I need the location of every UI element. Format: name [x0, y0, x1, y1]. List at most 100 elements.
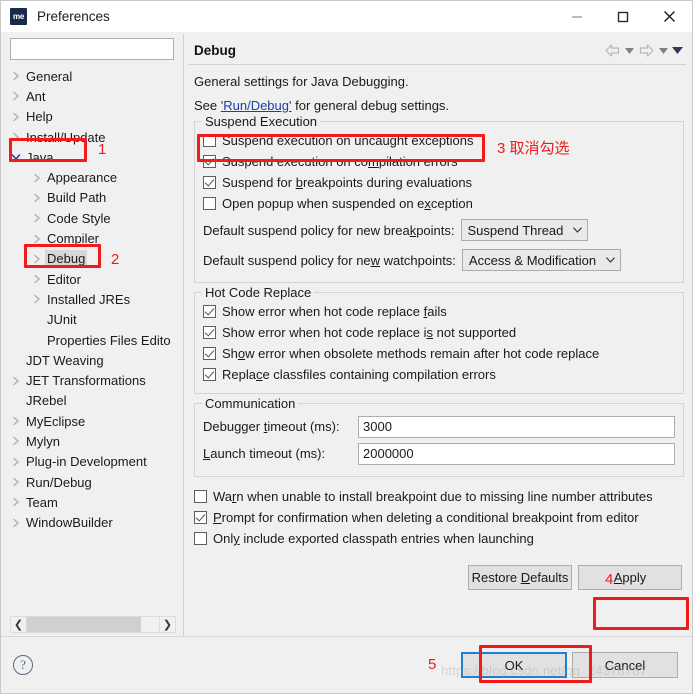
- checkbox-icon[interactable]: [194, 511, 207, 524]
- back-arrow-icon[interactable]: [602, 41, 622, 61]
- sidebar-item-jdt-weaving[interactable]: JDT Weaving: [8, 350, 178, 370]
- sidebar-item-jet-transformations[interactable]: JET Transformations: [8, 370, 178, 390]
- sidebar-item-label: Help: [26, 109, 53, 125]
- forward-caret-down-icon[interactable]: [656, 41, 670, 61]
- sidebar-item-windowbuilder[interactable]: WindowBuilder: [8, 513, 178, 533]
- chevron-right-icon[interactable]: [8, 457, 24, 467]
- close-icon[interactable]: [646, 1, 692, 32]
- maximize-icon[interactable]: [600, 1, 646, 32]
- restore-defaults-button[interactable]: Restore Defaults: [468, 565, 572, 590]
- suspend-checkbox-1[interactable]: Suspend execution on compilation errors: [203, 152, 675, 171]
- sidebar-item-appearance[interactable]: Appearance: [8, 167, 178, 187]
- hot-code-checkbox-2[interactable]: Show error when obsolete methods remain …: [203, 344, 675, 363]
- suspend-execution-group-title: Suspend Execution: [202, 114, 321, 129]
- ok-button[interactable]: OK: [461, 652, 567, 678]
- back-caret-down-icon[interactable]: [622, 41, 636, 61]
- sidebar-item-install-update[interactable]: Install/Update: [8, 127, 178, 147]
- sidebar-item-installed-jres[interactable]: Installed JREs: [8, 289, 178, 309]
- chevron-right-icon[interactable]: [29, 193, 45, 203]
- checkbox-icon[interactable]: [203, 134, 216, 147]
- sidebar-item-properties-files-edito[interactable]: Properties Files Edito: [8, 330, 178, 350]
- sidebar-item-debug[interactable]: Debug: [8, 249, 178, 269]
- watchpoint-policy-select[interactable]: Access & Modification: [461, 249, 622, 271]
- breakpoint-policy-select[interactable]: Suspend Thread: [460, 219, 589, 241]
- chevron-right-icon[interactable]: [29, 254, 45, 264]
- sidebar-item-team[interactable]: Team: [8, 492, 178, 512]
- checkbox-icon[interactable]: [203, 176, 216, 189]
- chevron-right-icon[interactable]: [8, 436, 24, 446]
- checkbox-icon[interactable]: [203, 305, 216, 318]
- sidebar-item-java[interactable]: Java: [8, 147, 178, 167]
- chevron-right-icon[interactable]: [8, 477, 24, 487]
- page-header: Debug: [188, 37, 686, 65]
- hot-code-checkbox-3[interactable]: Replace classfiles containing compilatio…: [203, 365, 675, 384]
- suspend-checkbox-2[interactable]: Suspend for breakpoints during evaluatio…: [203, 173, 675, 192]
- help-question-icon[interactable]: ?: [13, 655, 33, 675]
- hot-code-checkbox-0[interactable]: Show error when hot code replace fails: [203, 302, 675, 321]
- sidebar-item-label: Team: [26, 494, 58, 510]
- hot-code-checkbox-1[interactable]: Show error when hot code replace is not …: [203, 323, 675, 342]
- chevron-left-icon[interactable]: ❮: [10, 616, 27, 633]
- dialog-footer: ? https://blog.csdn.net/qq_24378787 OK C…: [1, 636, 692, 693]
- sidebar-item-myeclipse[interactable]: MyEclipse: [8, 411, 178, 431]
- checkbox-icon[interactable]: [203, 155, 216, 168]
- preferences-tree[interactable]: General Ant Help Install/Update Java Appearan…: [6, 66, 178, 616]
- checkbox-icon[interactable]: [203, 368, 216, 381]
- sidebar-item-junit[interactable]: JUnit: [8, 310, 178, 330]
- launch-timeout-input[interactable]: [358, 442, 675, 465]
- sidebar-item-label: Mylyn: [26, 433, 60, 449]
- sidebar-item-label: General: [26, 68, 73, 84]
- chevron-right-icon[interactable]: [8, 112, 24, 122]
- chevron-right-icon[interactable]: [8, 376, 24, 386]
- sidebar-item-plug-in-development[interactable]: Plug-in Development: [8, 452, 178, 472]
- view-menu-caret-icon[interactable]: [670, 41, 684, 61]
- sidebar-item-code-style[interactable]: Code Style: [8, 208, 178, 228]
- scrollbar-thumb[interactable]: [27, 617, 141, 632]
- sidebar-item-mylyn[interactable]: Mylyn: [8, 431, 178, 451]
- tree-horizontal-scrollbar[interactable]: ❮ ❯: [10, 616, 176, 633]
- sidebar-item-build-path[interactable]: Build Path: [8, 188, 178, 208]
- chevron-right-icon[interactable]: [8, 132, 24, 142]
- debugger-timeout-input[interactable]: [358, 415, 675, 438]
- sidebar-item-general[interactable]: General: [8, 66, 178, 86]
- sidebar-item-editor[interactable]: Editor: [8, 269, 178, 289]
- checkbox-icon[interactable]: [203, 326, 216, 339]
- chevron-right-icon[interactable]: [8, 497, 24, 507]
- sidebar-item-help[interactable]: Help: [8, 107, 178, 127]
- chevron-right-icon[interactable]: [8, 71, 24, 81]
- chevron-right-icon[interactable]: [29, 274, 45, 284]
- chevron-right-icon[interactable]: [8, 518, 24, 528]
- chevron-down-icon[interactable]: [8, 152, 24, 162]
- misc-checkbox-0[interactable]: Warn when unable to install breakpoint d…: [194, 486, 684, 507]
- suspend-checkbox-3[interactable]: Open popup when suspended on exception: [203, 194, 675, 213]
- sidebar-item-ant[interactable]: Ant: [8, 86, 178, 106]
- chevron-right-icon[interactable]: [8, 416, 24, 426]
- page-title: Debug: [194, 43, 236, 58]
- sidebar-item-compiler[interactable]: Compiler: [8, 228, 178, 248]
- forward-arrow-icon[interactable]: [636, 41, 656, 61]
- checkbox-icon[interactable]: [194, 532, 207, 545]
- chevron-right-icon[interactable]: [29, 234, 45, 244]
- cancel-button[interactable]: Cancel: [572, 652, 678, 678]
- checkbox-icon[interactable]: [203, 347, 216, 360]
- run-debug-link[interactable]: 'Run/Debug': [221, 98, 292, 113]
- sidebar-item-jrebel[interactable]: JRebel: [8, 391, 178, 411]
- misc-checkbox-2[interactable]: Only include exported classpath entries …: [194, 528, 684, 549]
- scrollbar-track[interactable]: [27, 616, 159, 633]
- misc-checkbox-1[interactable]: Prompt for confirmation when deleting a …: [194, 507, 684, 528]
- apply-button[interactable]: Apply: [578, 565, 682, 590]
- sidebar-item-label: Debug: [45, 250, 88, 268]
- checkbox-icon[interactable]: [194, 490, 207, 503]
- checkbox-icon[interactable]: [203, 197, 216, 210]
- suspend-checkbox-0[interactable]: Suspend execution on uncaught exceptions: [203, 131, 675, 150]
- filter-input[interactable]: [10, 38, 174, 60]
- sidebar-item-label: Run/Debug: [26, 474, 92, 490]
- chevron-right-icon[interactable]: [29, 294, 45, 304]
- chevron-right-icon[interactable]: [8, 91, 24, 101]
- chevron-right-icon[interactable]: [29, 213, 45, 223]
- chevron-right-icon[interactable]: [29, 173, 45, 183]
- chevron-right-icon[interactable]: ❯: [159, 616, 176, 633]
- sidebar-item-label: Installed JREs: [47, 291, 131, 307]
- sidebar-item-run-debug[interactable]: Run/Debug: [8, 472, 178, 492]
- minimize-icon[interactable]: [554, 1, 600, 32]
